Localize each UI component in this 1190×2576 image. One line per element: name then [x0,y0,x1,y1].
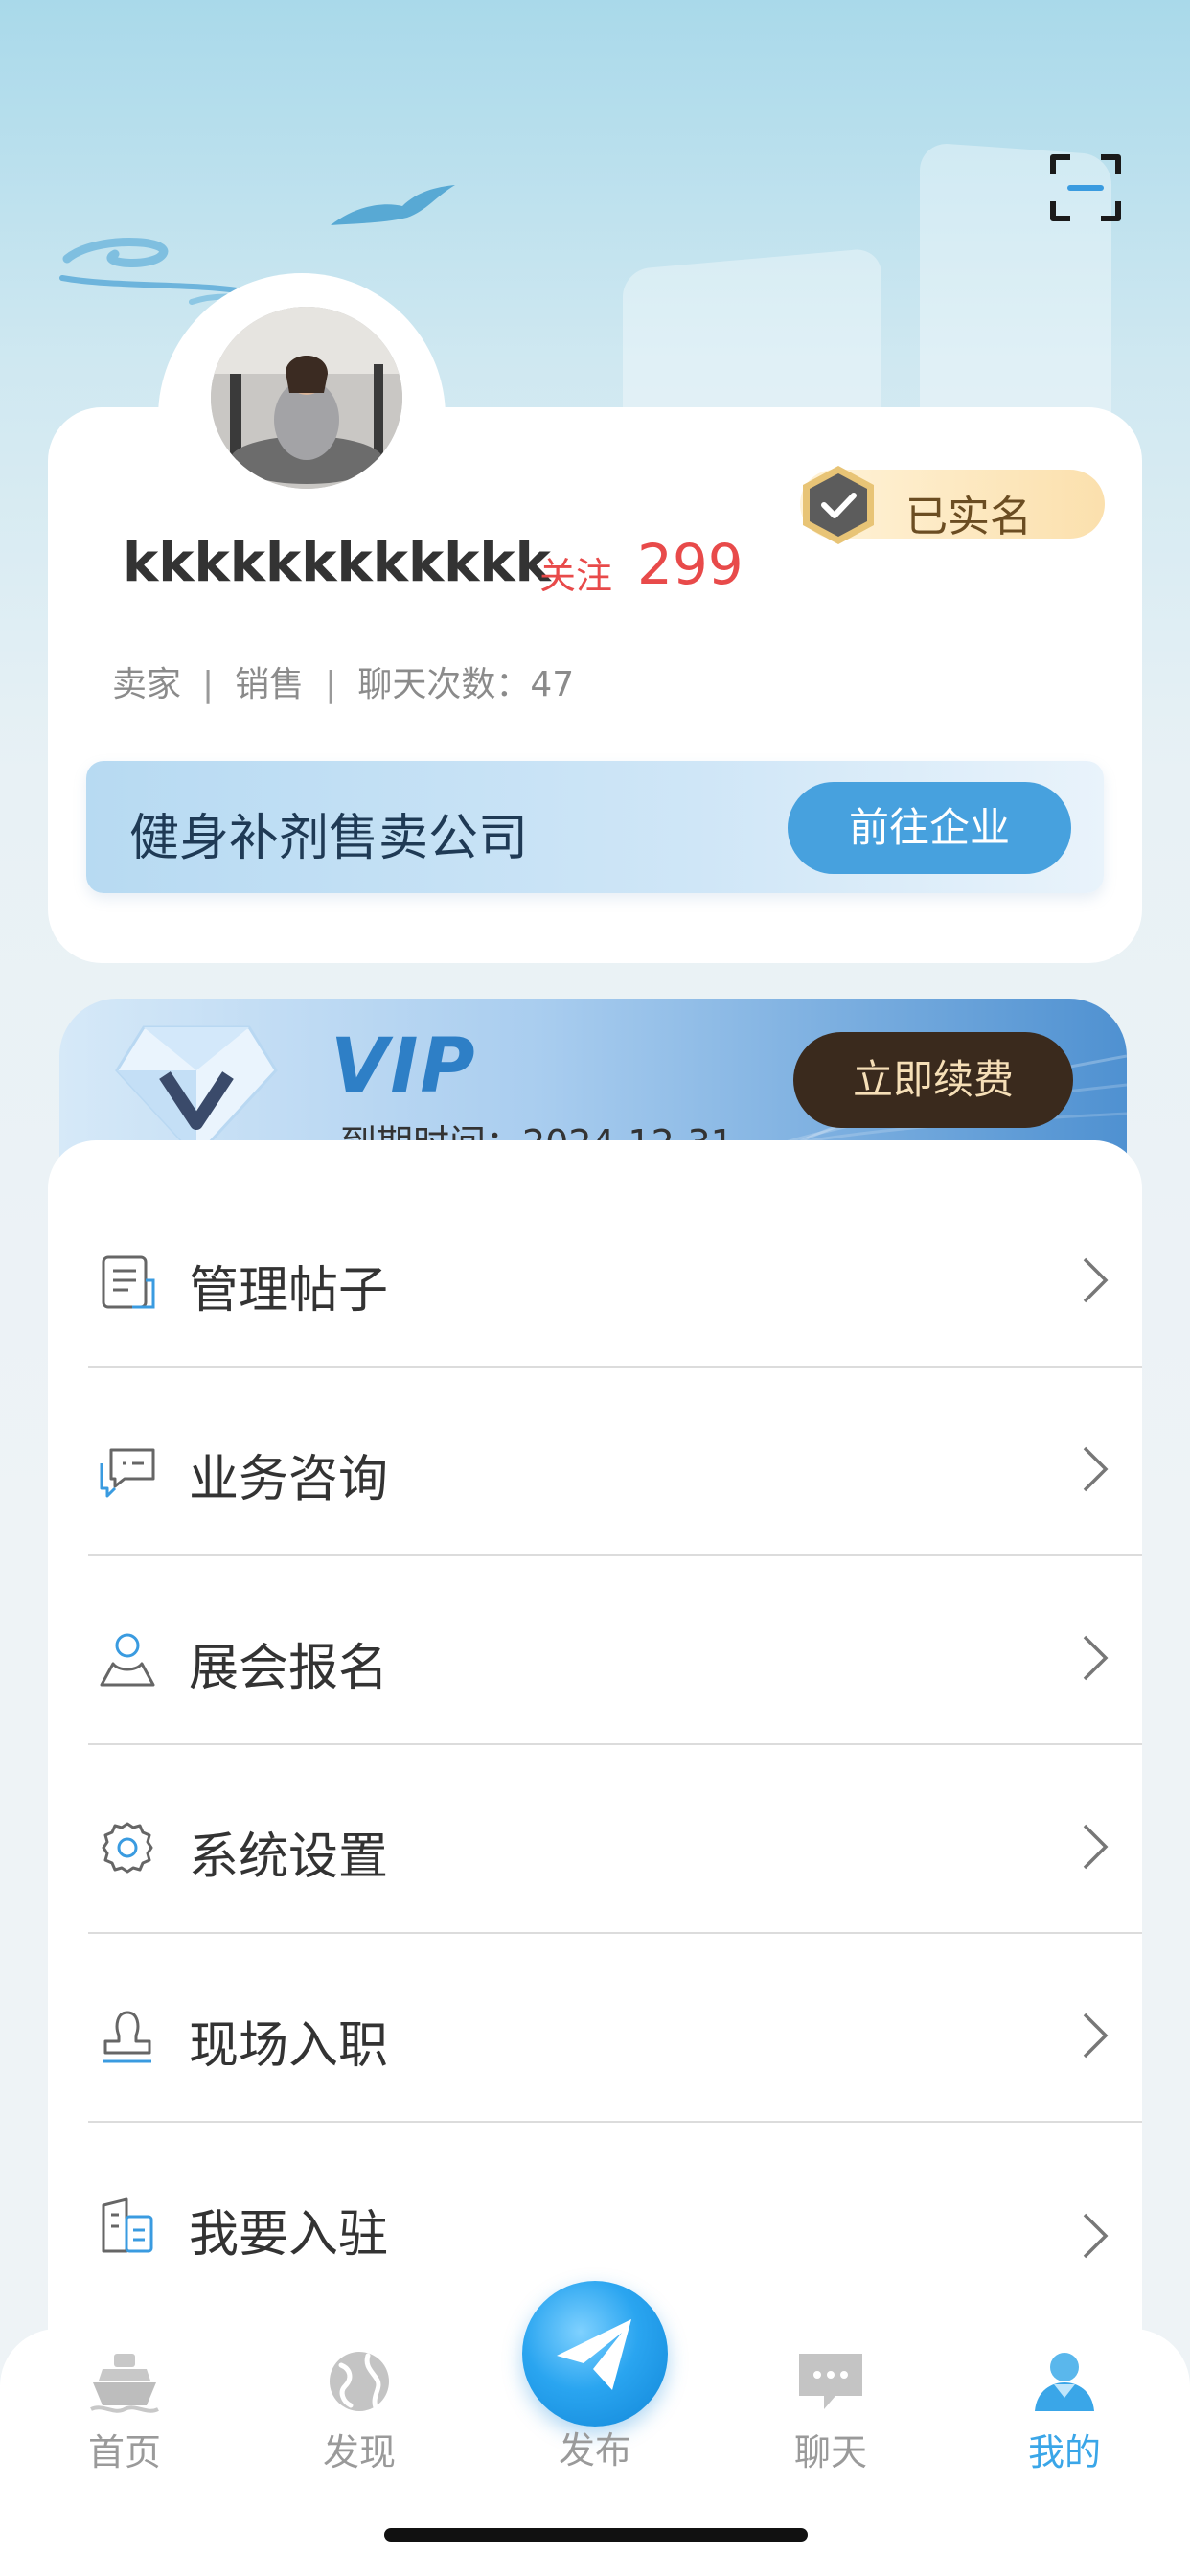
nav-discover-label: 发现 [322,2431,396,2473]
chevron-right-icon [1083,2213,1109,2259]
building-icon [102,2197,153,2253]
follow-label[interactable]: 关注 [539,546,612,599]
renew-button[interactable]: 立即续费 [793,1032,1073,1128]
paper-plane-icon [557,2319,631,2390]
menu-item-label: 现场入职 [189,2017,389,2075]
gear-icon [102,1822,153,1874]
nav-chat[interactable]: 聊天 [759,2348,903,2475]
tag-position: 销售 [235,665,305,704]
menu-item-expo-signup[interactable]: 展会报名 [88,1556,1142,1745]
chevron-right-icon [1083,1257,1109,1303]
menu-item-label: 展会报名 [189,1640,389,1697]
home-indicator [384,2528,808,2542]
nav-chat-label: 聊天 [793,2431,867,2473]
nav-publish[interactable]: 发布 [523,2421,667,2473]
tag-separator: | [202,665,215,704]
publish-button[interactable] [522,2281,668,2426]
menu-item-system-settings[interactable]: 系统设置 [88,1745,1142,1934]
person-icon [1035,2353,1094,2411]
menu-item-onsite-onboarding[interactable]: 现场入职 [88,1934,1142,2123]
ship-icon [90,2354,159,2413]
tag-role: 卖家 [112,665,182,704]
username: kkkkkkkkkkkk [123,532,551,594]
chevron-right-icon [1083,2012,1109,2058]
menu-item-label: 我要入驻 [189,2206,389,2264]
chat-bubble-icon [100,1448,155,1498]
company-name: 健身补剂售卖公司 [129,810,529,867]
verified-label: 已实名 [905,493,1032,541]
bird-decoration [331,185,455,225]
nav-publish-label: 发布 [558,2429,631,2472]
chevron-right-icon [1083,1824,1109,1870]
nav-mine[interactable]: 我的 [993,2348,1136,2475]
chevron-right-icon [1083,1446,1109,1492]
nav-home[interactable]: 首页 [53,2348,196,2475]
avatar-photo [211,307,402,489]
nav-mine-label: 我的 [1027,2431,1101,2473]
menu-item-label: 管理帖子 [189,1262,389,1320]
tag-separator: | [325,665,337,704]
nav-home-label: 首页 [87,2431,161,2473]
stamp-icon [103,2011,151,2063]
avatar[interactable] [211,307,402,489]
nav-discover[interactable]: 发现 [287,2348,431,2475]
verified-check-icon [803,466,874,544]
user-icon [100,1633,155,1687]
vip-logo: VIP [331,1024,477,1110]
menu-item-label: 系统设置 [189,1828,389,1886]
menu-item-business-consult[interactable]: 业务咨询 [88,1368,1142,1556]
chevron-right-icon [1083,1635,1109,1681]
tag-chat-count: 聊天次数：47 [357,665,575,704]
goto-company-button[interactable]: 前往企业 [788,782,1071,874]
follow-count[interactable]: 299 [637,532,744,597]
chat-icon [799,2354,862,2409]
document-icon [102,1255,155,1309]
profile-tags: 卖家 | 销售 | 聊天次数：47 [112,656,574,706]
menu-item-manage-posts[interactable]: 管理帖子 [88,1179,1142,1368]
globe-icon [330,2352,389,2411]
scan-icon[interactable] [1049,153,1122,222]
menu-item-label: 业务咨询 [189,1451,389,1508]
